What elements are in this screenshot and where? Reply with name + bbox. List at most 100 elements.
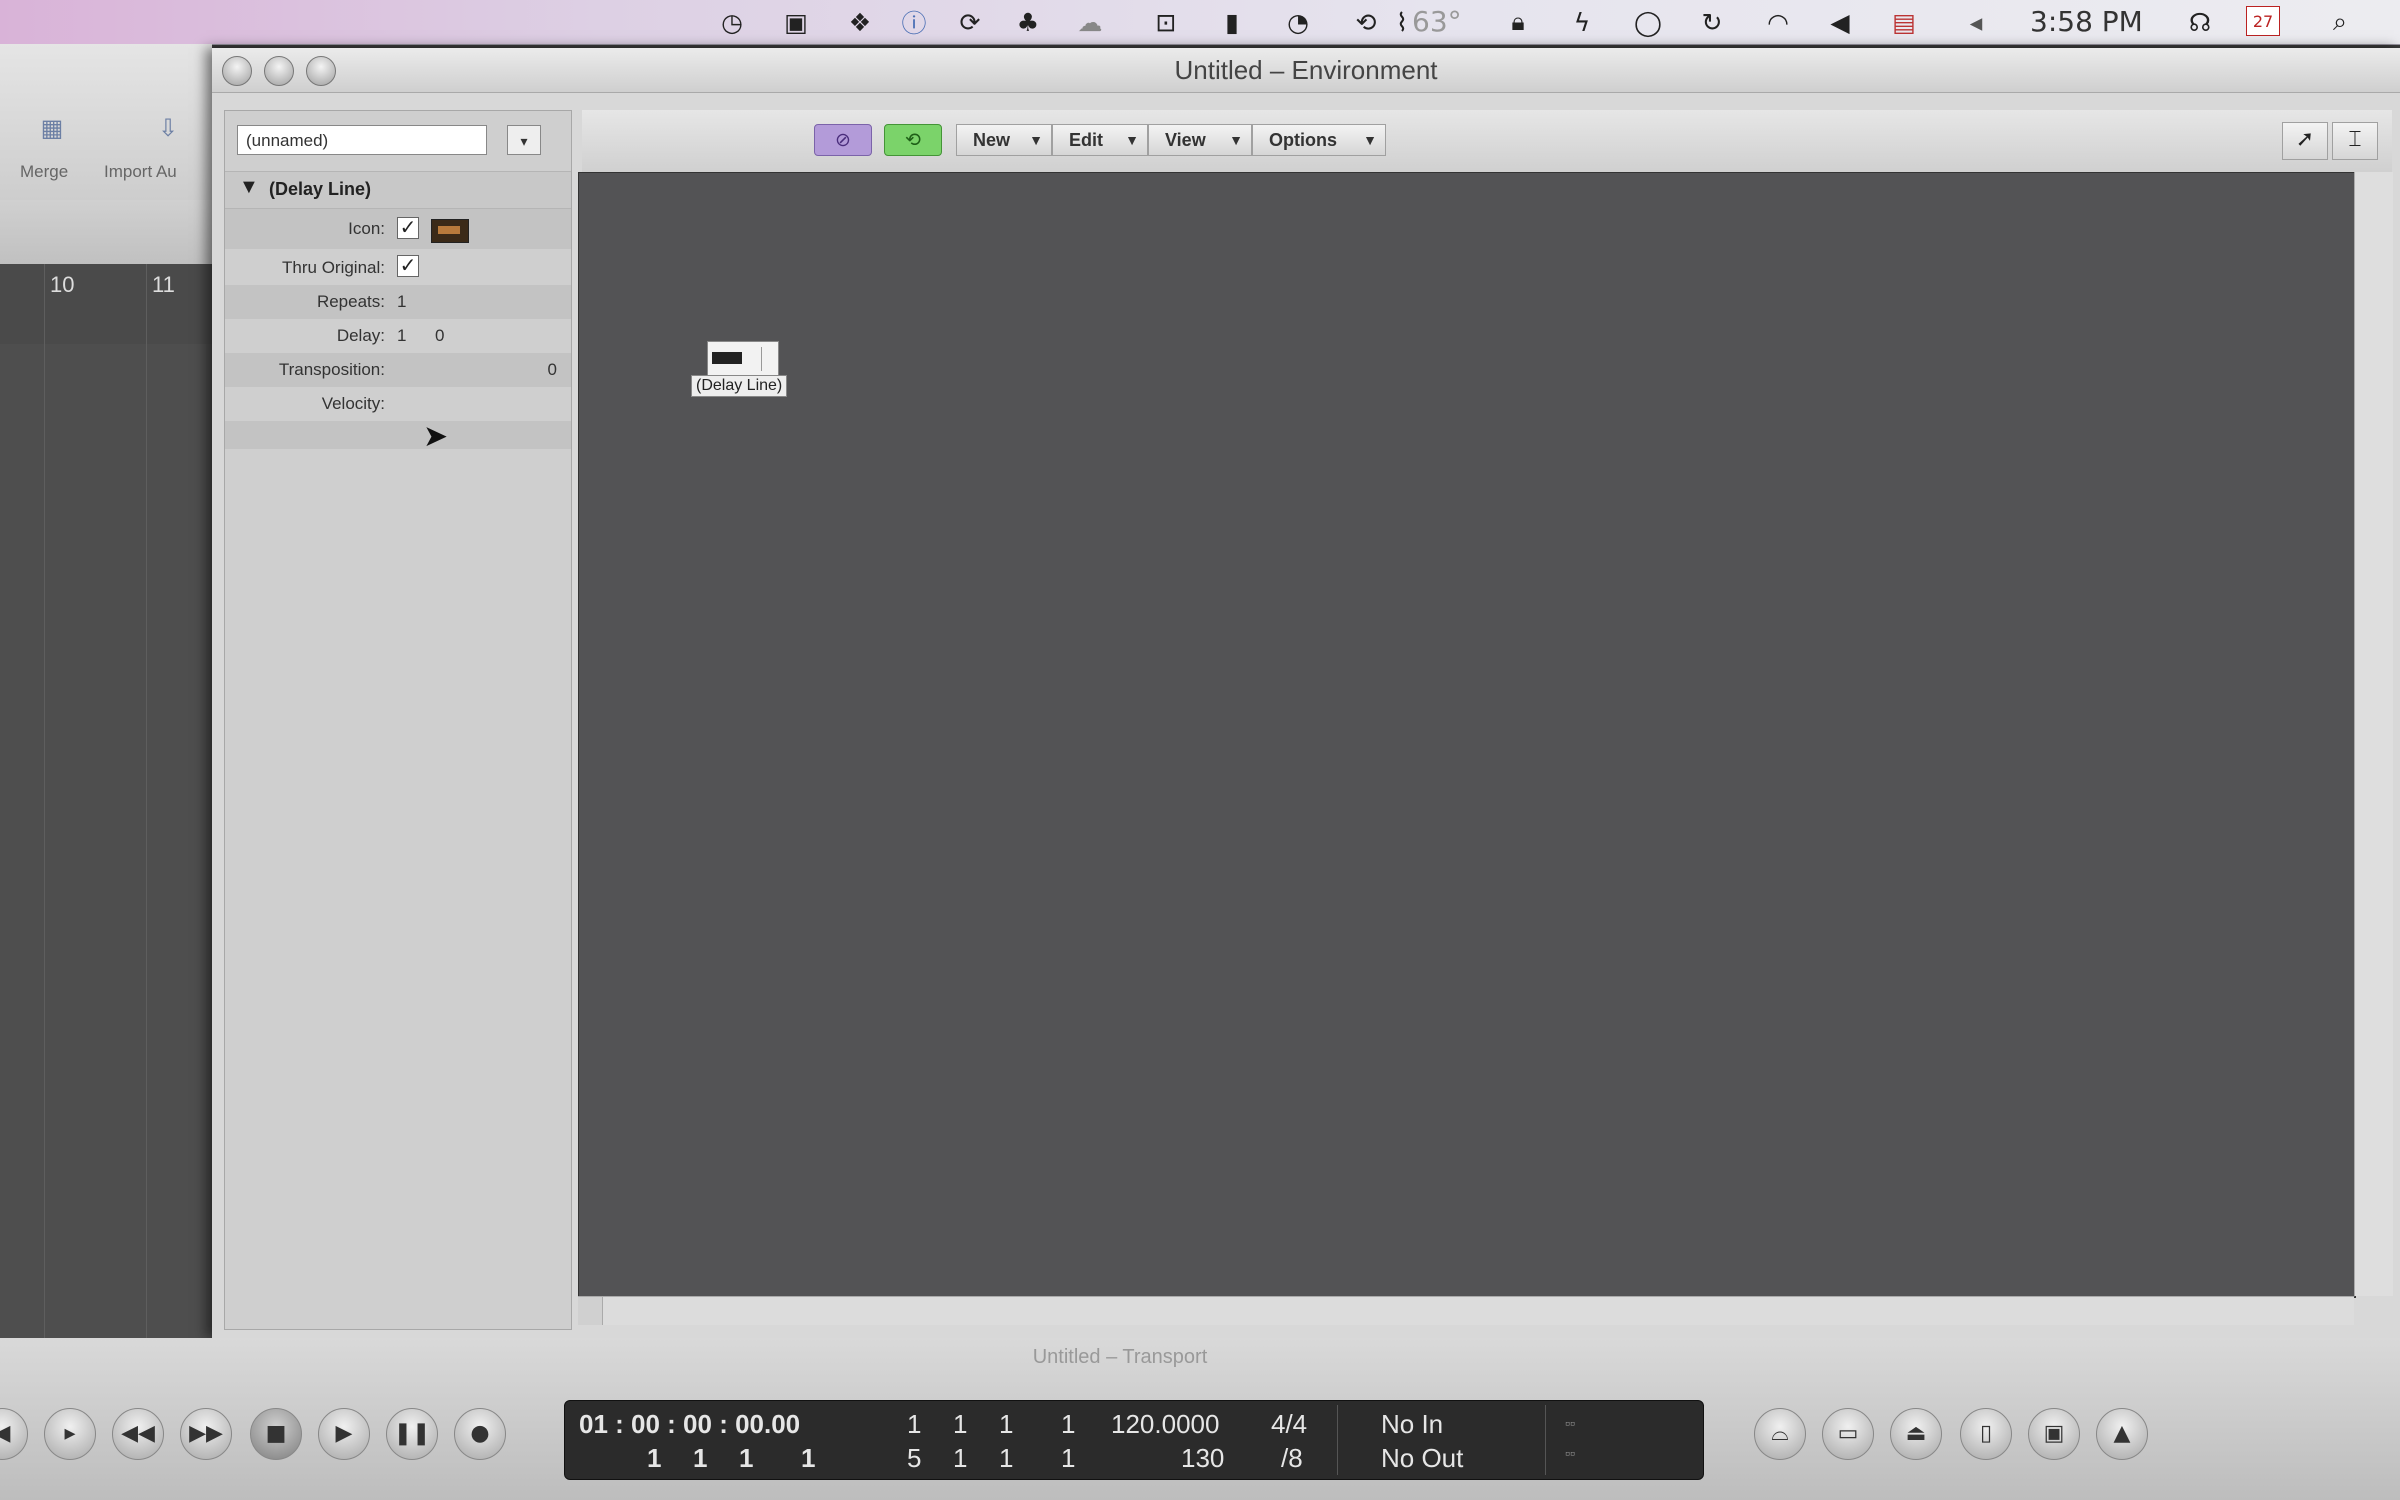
smpte-display: 01 : 00 : 00 : 00.00: [579, 1409, 801, 1439]
time-machine-icon[interactable]: ⟲: [1348, 6, 1384, 38]
replace-button[interactable]: ⏏: [1890, 1408, 1942, 1460]
pie-icon[interactable]: ◔: [1280, 6, 1316, 38]
lock-icon[interactable]: 🔒︎: [1500, 6, 1536, 38]
calendar-icon[interactable]: 27: [2246, 6, 2280, 36]
end-bar: 5: [907, 1443, 922, 1473]
position-beat: 1: [953, 1409, 968, 1439]
video-icon[interactable]: ▣: [778, 6, 814, 38]
position-bar: 1: [907, 1409, 922, 1439]
sync-icon[interactable]: ⟳: [952, 6, 988, 38]
object-name-field[interactable]: (unnamed): [237, 125, 487, 155]
merge-label[interactable]: Merge: [20, 162, 68, 182]
transport-display[interactable]: 01 : 00 : 00 : 00.00 1 1 1 1 1 1 1 1 5 1…: [564, 1400, 1704, 1480]
text-tool-icon[interactable]: ⌶: [2332, 122, 2378, 160]
param-label: Icon:: [348, 219, 385, 238]
delay-line-object[interactable]: (Delay Line): [691, 341, 811, 401]
disclosure-triangle-icon[interactable]: ▼: [239, 176, 259, 199]
temperature-readout[interactable]: 63°: [1412, 6, 1462, 38]
pause-button[interactable]: ❚❚: [386, 1408, 438, 1460]
delay-value-secondary[interactable]: 0: [435, 326, 444, 346]
rewind-button[interactable]: ◀◀: [112, 1408, 164, 1460]
arrange-tracks-area[interactable]: [0, 344, 212, 1344]
record-button[interactable]: ●: [454, 1408, 506, 1460]
link-mode-button[interactable]: ⊘: [814, 124, 872, 156]
repeats-value[interactable]: 1: [397, 292, 406, 312]
display-divider: [1545, 1405, 1546, 1475]
import-audio-icon[interactable]: ⇩: [148, 114, 188, 146]
param-label: Transposition:: [278, 360, 385, 379]
object-menu-button[interactable]: ▾: [507, 125, 541, 155]
delay-line-label[interactable]: (Delay Line): [691, 375, 788, 397]
clock-icon[interactable]: ◷: [714, 6, 750, 38]
param-row-velocity: Velocity:: [225, 387, 571, 421]
menu-label: Options: [1269, 130, 1337, 150]
bookmark-icon[interactable]: ▮: [1214, 6, 1250, 38]
hd-meter-icon: ▫▫: [1565, 1445, 1575, 1461]
chat-icon[interactable]: ◯: [1630, 6, 1666, 38]
bolt-icon[interactable]: ϟ: [1564, 6, 1600, 38]
play-from-selection-button[interactable]: ▸: [44, 1408, 96, 1460]
cycle-button[interactable]: ⌓: [1754, 1408, 1806, 1460]
pointer-tool-icon[interactable]: ➚: [2282, 122, 2328, 160]
horizontal-scrollbar[interactable]: [578, 1296, 2354, 1325]
flag-icon[interactable]: ▤: [1886, 6, 1922, 38]
display-divider: [1337, 1405, 1338, 1475]
param-label: Repeats:: [316, 292, 385, 311]
end-division: 1: [999, 1443, 1014, 1473]
param-row-repeats: Repeats: 1: [225, 285, 571, 319]
parameter-section-header[interactable]: ▼ (Delay Line): [225, 171, 571, 209]
screen-icon[interactable]: ⊡: [1148, 6, 1184, 38]
autodrop-button[interactable]: ▭: [1822, 1408, 1874, 1460]
param-row-delay: Delay: 1 0: [225, 319, 571, 353]
metronome-button[interactable]: ▲: [2096, 1408, 2148, 1460]
sync-button[interactable]: ▣: [2028, 1408, 2080, 1460]
position-division: 1: [999, 1409, 1014, 1439]
object-icon-swatch[interactable]: [431, 219, 469, 243]
delay-value-primary[interactable]: 1: [397, 326, 406, 346]
menubar-clock[interactable]: 3:58 PM: [2030, 6, 2143, 38]
param-label: Thru Original:: [282, 258, 385, 277]
stop-button[interactable]: ■: [250, 1408, 302, 1460]
window-titlebar[interactable]: Untitled – Environment: [212, 48, 2400, 93]
input-icon[interactable]: ◂: [1958, 6, 1994, 38]
new-menu-button[interactable]: New ▼: [956, 124, 1052, 156]
param-row-icon: Icon: ✓: [225, 209, 571, 249]
import-audio-label[interactable]: Import Au: [104, 162, 177, 182]
refresh-icon[interactable]: ↻: [1694, 6, 1730, 38]
chevron-down-icon: ▼: [1229, 132, 1243, 148]
section-title: (Delay Line): [269, 179, 372, 199]
transposition-value[interactable]: 0: [548, 360, 557, 380]
icon-checkbox[interactable]: ✓: [397, 217, 419, 239]
environment-canvas[interactable]: (Delay Line): [578, 172, 2356, 1298]
param-label: Velocity:: [321, 394, 385, 413]
view-menu-button[interactable]: View ▼: [1148, 124, 1252, 156]
thru-original-checkbox[interactable]: ✓: [397, 255, 419, 277]
vertical-scrollbar[interactable]: [2354, 172, 2393, 1296]
evernote-icon[interactable]: ♣: [1010, 6, 1046, 38]
volume-icon[interactable]: ◀: [1822, 6, 1858, 38]
solo-button[interactable]: ▯: [1960, 1408, 2012, 1460]
play-button[interactable]: ▶: [318, 1408, 370, 1460]
wifi-icon[interactable]: ◠: [1760, 6, 1796, 38]
go-to-start-button[interactable]: ◀: [0, 1408, 28, 1460]
info-icon[interactable]: ⓘ: [896, 6, 932, 38]
options-menu-button[interactable]: Options ▼: [1252, 124, 1386, 156]
headphones-icon[interactable]: ☊: [2182, 6, 2218, 38]
bar-line: [146, 264, 147, 1384]
dropbox-icon[interactable]: ❖: [842, 6, 878, 38]
bar-number-11: 11: [152, 272, 175, 297]
chevron-down-icon: ▼: [1125, 132, 1139, 148]
delay-line-icon[interactable]: [707, 341, 779, 377]
menu-label: Edit: [1069, 130, 1103, 150]
search-icon[interactable]: ⌕: [2322, 6, 2358, 38]
edit-menu-button[interactable]: Edit ▼: [1052, 124, 1148, 156]
cloud-icon[interactable]: ☁: [1072, 6, 1108, 38]
chevron-down-icon: ▼: [1029, 132, 1043, 148]
cpu-meter-icon: ▫▫: [1565, 1415, 1575, 1431]
merge-icon[interactable]: ▦: [32, 114, 72, 146]
fast-forward-button[interactable]: ▶▶: [180, 1408, 232, 1460]
position-tick: 1: [1061, 1409, 1076, 1439]
transport-bar: Untitled – Transport ◀ ▸ ◀◀ ▶▶ ■ ▶ ❚❚ ● …: [0, 1338, 2400, 1500]
midi-thru-button[interactable]: ⟲: [884, 124, 942, 156]
tempo-secondary: 130: [1181, 1443, 1225, 1473]
